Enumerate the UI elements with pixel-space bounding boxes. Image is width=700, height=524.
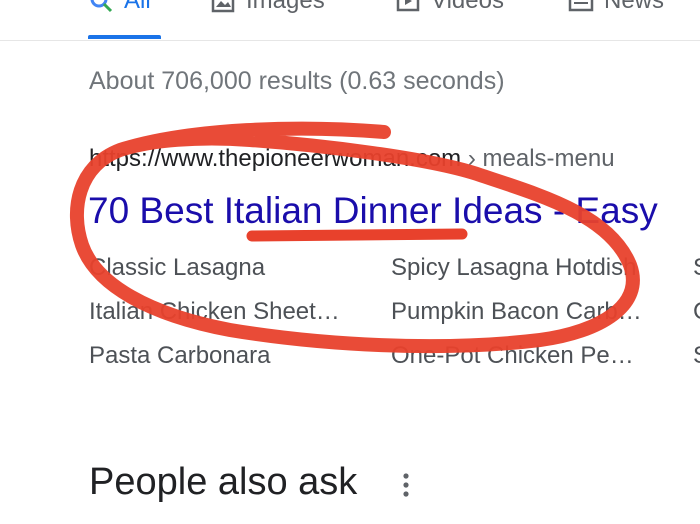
image-icon bbox=[211, 0, 235, 13]
sitelink[interactable]: Classic Lasagna bbox=[89, 254, 379, 282]
tab-images-label: Images bbox=[246, 0, 325, 14]
result-url-domain: https://www.thepioneerwoman.com bbox=[89, 145, 462, 172]
video-icon bbox=[396, 0, 420, 12]
sitelink[interactable]: S bbox=[693, 342, 700, 370]
tab-news-label: News bbox=[604, 0, 665, 14]
sitelink[interactable]: Pumpkin Bacon Carb… bbox=[391, 298, 681, 326]
tab-news[interactable]: News bbox=[568, 0, 664, 18]
result-url-path: › meals-menu bbox=[461, 145, 615, 172]
sitelink[interactable]: Italian Chicken Sheet… bbox=[89, 298, 379, 326]
tab-images[interactable]: Images bbox=[210, 0, 325, 18]
more-options-icon[interactable] bbox=[396, 470, 416, 500]
result-stats: About 706,000 results (0.63 seconds) bbox=[89, 67, 505, 95]
sitelink[interactable]: One-Pot Chicken Pe… bbox=[391, 342, 681, 370]
active-tab-indicator bbox=[88, 35, 161, 39]
sitelink[interactable]: C bbox=[693, 298, 700, 326]
sitelink[interactable]: Spicy Lasagna Hotdish bbox=[391, 254, 681, 282]
search-icon bbox=[90, 0, 113, 13]
tab-all[interactable]: All bbox=[88, 0, 151, 18]
tab-all-label: All bbox=[124, 0, 151, 14]
result-url[interactable]: https://www.thepioneerwoman.com › meals-… bbox=[89, 145, 615, 173]
tab-videos-label: Videos bbox=[431, 0, 504, 14]
news-icon bbox=[568, 0, 594, 12]
sitelink[interactable]: Pasta Carbonara bbox=[89, 342, 379, 370]
people-also-ask-heading: People also ask bbox=[89, 461, 358, 503]
search-tabs: All Images Videos News bbox=[0, 0, 700, 41]
sitelink[interactable]: S bbox=[693, 254, 700, 282]
tab-videos[interactable]: Videos bbox=[395, 0, 504, 18]
result-title-link[interactable]: 70 Best Italian Dinner Ideas - Easy bbox=[88, 190, 658, 232]
